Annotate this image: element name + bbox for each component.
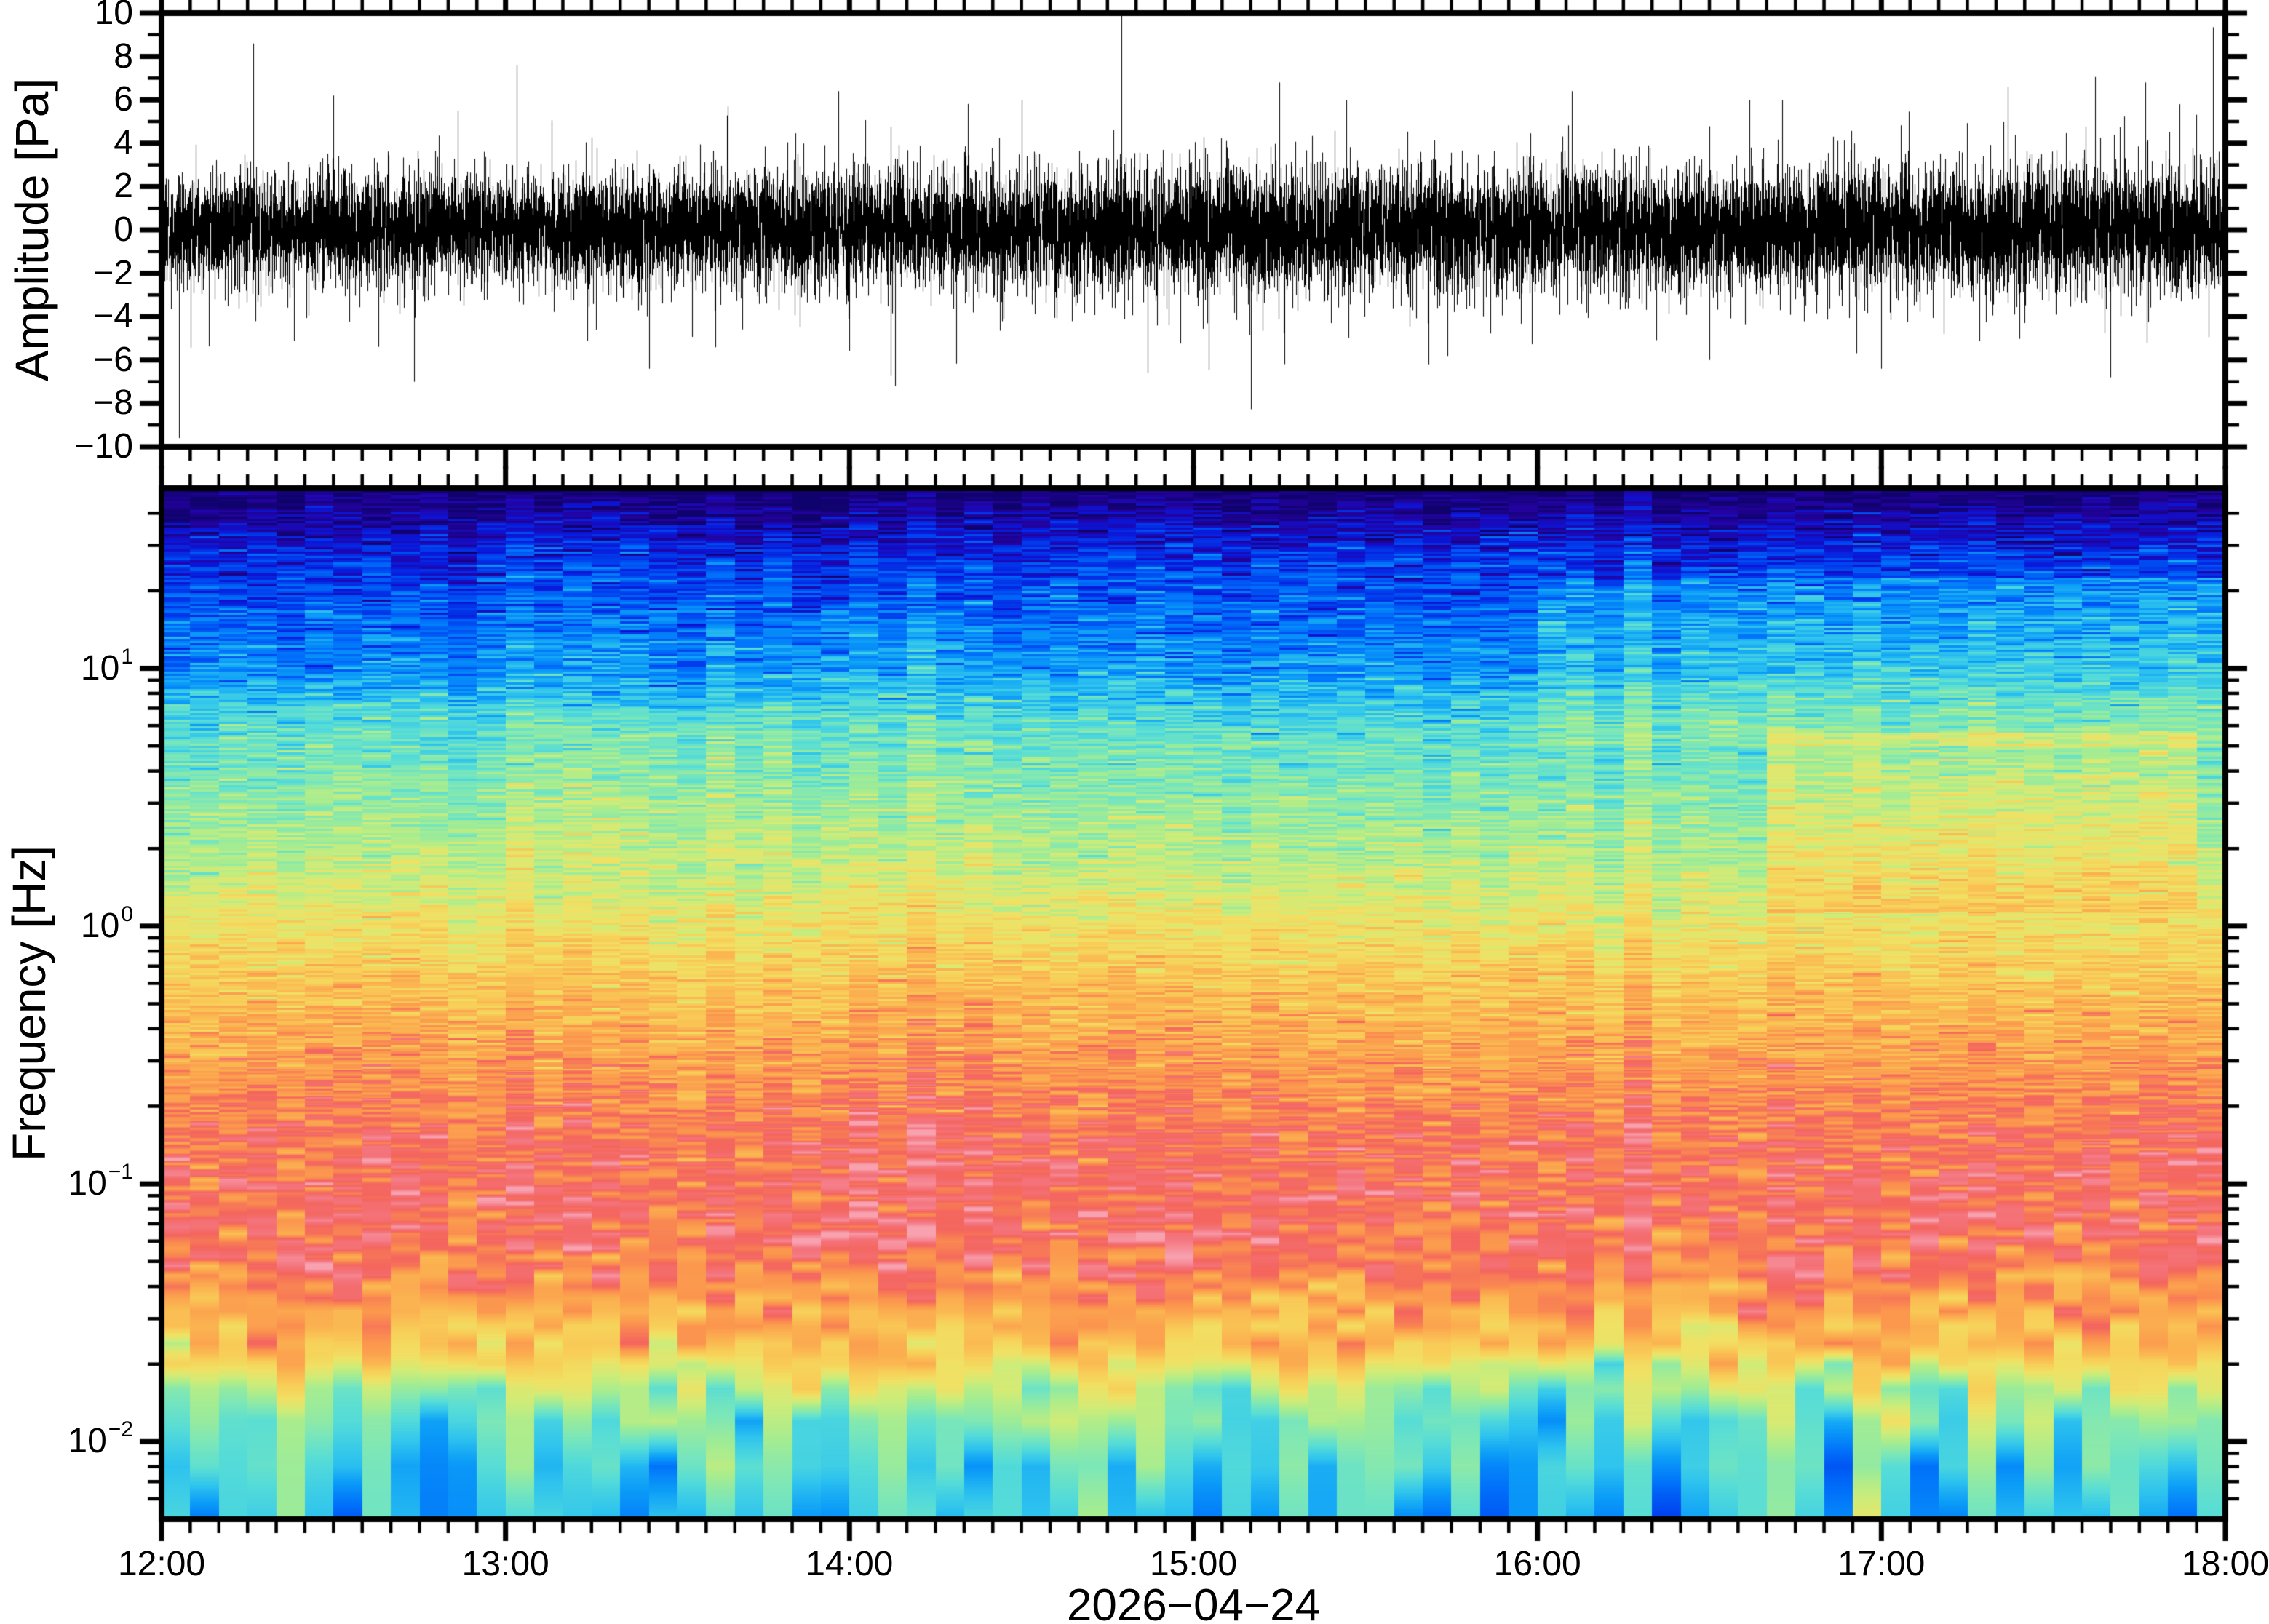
date-label: 2026−04−24: [1066, 1580, 1321, 1624]
freq-ytick-base: 10: [68, 1164, 107, 1203]
xtick-1400: 14:00: [806, 1545, 894, 1583]
freq-ytick-10e-2: 10−2: [0, 1417, 133, 1468]
amplitude-axis-label: Amplitude [Pa]: [6, 78, 58, 382]
freq-ytick-exp: −1: [108, 1160, 133, 1185]
freq-ytick-exp: 0: [121, 901, 133, 926]
freq-ytick-base: 10: [68, 1422, 107, 1461]
freq-ytick-exp: −2: [108, 1417, 133, 1442]
figure: 10 8 6 4 2 0 −2 −4 −6 −8 −10 Amplitude […: [0, 0, 2269, 1624]
freq-ytick-base: 10: [80, 906, 120, 945]
xtick-1700: 17:00: [1837, 1545, 1926, 1583]
freq-ytick-exp: 1: [121, 644, 133, 669]
xtick-1300: 13:00: [461, 1545, 549, 1583]
frequency-axis-label: Frequency [Hz]: [3, 845, 55, 1161]
xtick-1200: 12:00: [117, 1545, 206, 1583]
plot-canvas: [0, 0, 2269, 1624]
xtick-1800: 18:00: [2181, 1545, 2269, 1583]
xtick-1500: 15:00: [1149, 1545, 1238, 1583]
xtick-1600: 16:00: [1493, 1545, 1581, 1583]
freq-ytick-base: 10: [80, 648, 120, 688]
